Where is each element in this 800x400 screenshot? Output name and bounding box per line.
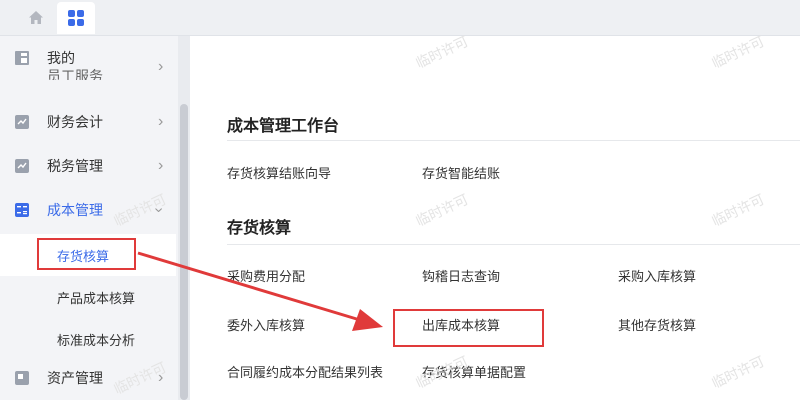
annotation-arrow-icon xyxy=(137,251,383,331)
